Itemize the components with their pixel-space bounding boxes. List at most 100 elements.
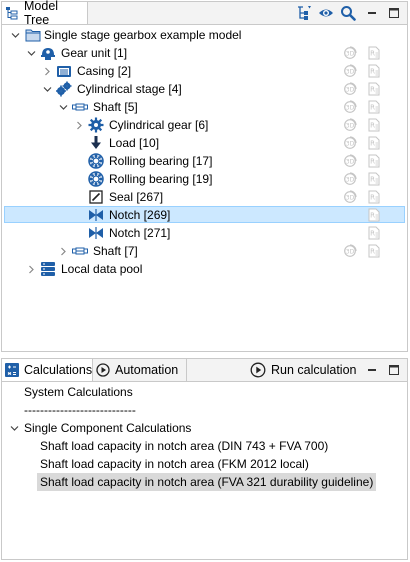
gear-unit-icon bbox=[40, 45, 56, 61]
tree-item[interactable]: Local data pool bbox=[2, 260, 407, 278]
tree-item[interactable]: Single stage gearbox example model bbox=[2, 26, 407, 44]
3d-view-status-icon[interactable]: 3D bbox=[343, 136, 357, 150]
expand-chevron-icon[interactable] bbox=[27, 265, 36, 274]
svg-text:3D: 3D bbox=[346, 159, 355, 166]
svg-text:3D: 3D bbox=[346, 51, 355, 58]
casing-icon bbox=[56, 63, 72, 79]
tree-item-label: Shaft [7] bbox=[93, 244, 138, 258]
tree-item-label: Shaft [5] bbox=[93, 100, 138, 114]
svg-text:R: R bbox=[370, 86, 375, 94]
tree-item[interactable]: Rolling bearing [17] 3D R bbox=[2, 152, 407, 170]
expand-chevron-icon[interactable] bbox=[75, 121, 84, 130]
model-tree-tabbar: Model Tree bbox=[2, 0, 407, 27]
svg-text:R: R bbox=[370, 194, 375, 202]
calculation-item[interactable]: Shaft load capacity in notch area (DIN 7… bbox=[40, 437, 328, 455]
3d-view-status-icon[interactable]: 3D bbox=[343, 64, 357, 78]
collapse-chevron-icon[interactable] bbox=[27, 49, 36, 58]
3d-view-status-icon[interactable]: 3D bbox=[343, 172, 357, 186]
tree-item[interactable]: Load [10] 3D R bbox=[2, 134, 407, 152]
separator-text: ---------------------------- bbox=[24, 403, 136, 417]
report-status-icon[interactable]: R bbox=[367, 190, 381, 204]
svg-text:R: R bbox=[370, 68, 375, 76]
tab-model-tree-label: Model Tree bbox=[24, 0, 59, 27]
tree-item[interactable]: Casing [2] 3D R bbox=[2, 62, 407, 80]
folder-icon bbox=[25, 27, 41, 43]
expand-chevron-icon[interactable] bbox=[59, 247, 68, 256]
seal-icon bbox=[88, 189, 104, 205]
3d-view-status-icon[interactable]: 3D bbox=[343, 46, 357, 60]
report-status-icon[interactable]: R bbox=[367, 208, 381, 222]
svg-text:R: R bbox=[370, 230, 375, 238]
tree-item-label: Seal [267] bbox=[109, 190, 164, 204]
svg-text:3D: 3D bbox=[346, 87, 355, 94]
shaft-icon bbox=[72, 243, 88, 259]
3d-view-status-icon[interactable]: 3D bbox=[343, 100, 357, 114]
calculation-group[interactable]: System Calculations bbox=[24, 383, 133, 401]
tree-item[interactable]: Gear unit [1] 3D R bbox=[2, 44, 407, 62]
model-tree-icon bbox=[5, 6, 19, 20]
tab-automation[interactable]: Automation bbox=[93, 359, 187, 381]
tree-item-label: Casing [2] bbox=[77, 64, 132, 78]
tree-item[interactable]: Seal [267] 3D R bbox=[2, 188, 407, 206]
svg-text:3D: 3D bbox=[346, 105, 355, 112]
eye-icon[interactable] bbox=[318, 5, 334, 21]
tree-item[interactable]: Notch [271] R bbox=[2, 224, 407, 242]
report-status-icon[interactable]: R bbox=[367, 100, 381, 114]
tab-model-tree[interactable]: Model Tree bbox=[2, 0, 88, 27]
3d-view-status-icon[interactable]: 3D bbox=[343, 82, 357, 96]
tree-item[interactable]: Shaft [7] 3D R bbox=[2, 242, 407, 260]
3d-view-status-icon[interactable]: 3D bbox=[343, 244, 357, 258]
model-tree-panel: Model Tree Single stage gearbox example … bbox=[1, 0, 408, 352]
report-status-icon[interactable]: R bbox=[367, 172, 381, 186]
calculation-item-label: Shaft load capacity in notch area (FVA 3… bbox=[40, 475, 374, 489]
report-status-icon[interactable]: R bbox=[367, 244, 381, 258]
3d-view-status-icon[interactable]: 3D bbox=[343, 154, 357, 168]
calculation-item[interactable]: Shaft load capacity in notch area (FKM 2… bbox=[40, 455, 309, 473]
hierarchy-filter-icon[interactable] bbox=[296, 5, 312, 21]
tree-item-label: Load [10] bbox=[109, 136, 160, 150]
collapse-chevron-icon[interactable] bbox=[43, 85, 52, 94]
calc-maximize-icon[interactable] bbox=[386, 362, 402, 378]
report-status-icon[interactable]: R bbox=[367, 82, 381, 96]
tab-calculations-label: Calculations bbox=[24, 363, 93, 377]
tree-item[interactable]: Shaft [5] 3D R bbox=[2, 98, 407, 116]
separator: ---------------------------- bbox=[24, 401, 136, 419]
tree-item[interactable]: Rolling bearing [19] 3D R bbox=[2, 170, 407, 188]
svg-text:R: R bbox=[370, 50, 375, 58]
3d-view-status-icon[interactable]: 3D bbox=[343, 118, 357, 132]
calculation-item-label: Shaft load capacity in notch area (DIN 7… bbox=[40, 439, 329, 453]
tree-item-label: Cylindrical stage [4] bbox=[77, 82, 182, 96]
load-arrow-icon bbox=[88, 135, 104, 151]
report-status-icon[interactable]: R bbox=[367, 46, 381, 60]
tree-item-label: Single stage gearbox example model bbox=[44, 28, 242, 42]
calc-minimize-icon[interactable] bbox=[364, 362, 380, 378]
3d-view-status-icon[interactable]: 3D bbox=[343, 190, 357, 204]
tree-item[interactable]: Cylindrical gear [6] 3D R bbox=[2, 116, 407, 134]
collapse-chevron-icon[interactable] bbox=[10, 424, 19, 433]
collapse-chevron-icon[interactable] bbox=[11, 31, 20, 40]
tree-item[interactable]: Cylindrical stage [4] 3D R bbox=[2, 80, 407, 98]
svg-text:R: R bbox=[370, 176, 375, 184]
calculation-item[interactable]: Shaft load capacity in notch area (FVA 3… bbox=[37, 473, 377, 491]
report-status-icon[interactable]: R bbox=[367, 154, 381, 168]
svg-text:R: R bbox=[370, 158, 375, 166]
maximize-icon[interactable] bbox=[386, 5, 402, 21]
minimize-icon[interactable] bbox=[364, 5, 380, 21]
data-pool-icon bbox=[40, 261, 56, 277]
calculation-group-label: System Calculations bbox=[24, 385, 133, 399]
report-status-icon[interactable]: R bbox=[367, 136, 381, 150]
run-calculation-button[interactable]: Run calculation bbox=[250, 359, 356, 381]
rolling-bearing-icon bbox=[88, 171, 104, 187]
search-icon[interactable] bbox=[340, 5, 356, 21]
calculation-group[interactable]: Single Component Calculations bbox=[10, 419, 191, 437]
selection-highlight bbox=[4, 206, 405, 223]
collapse-chevron-icon[interactable] bbox=[59, 103, 68, 112]
expand-chevron-icon[interactable] bbox=[43, 67, 52, 76]
play-circle-icon bbox=[96, 363, 110, 377]
report-status-icon[interactable]: R bbox=[367, 64, 381, 78]
svg-text:3D: 3D bbox=[346, 249, 355, 256]
report-status-icon[interactable]: R bbox=[367, 118, 381, 132]
tab-calculations[interactable]: Calculations bbox=[2, 359, 93, 381]
report-status-icon[interactable]: R bbox=[367, 226, 381, 240]
tree-item[interactable]: Notch [269] R bbox=[2, 206, 407, 224]
